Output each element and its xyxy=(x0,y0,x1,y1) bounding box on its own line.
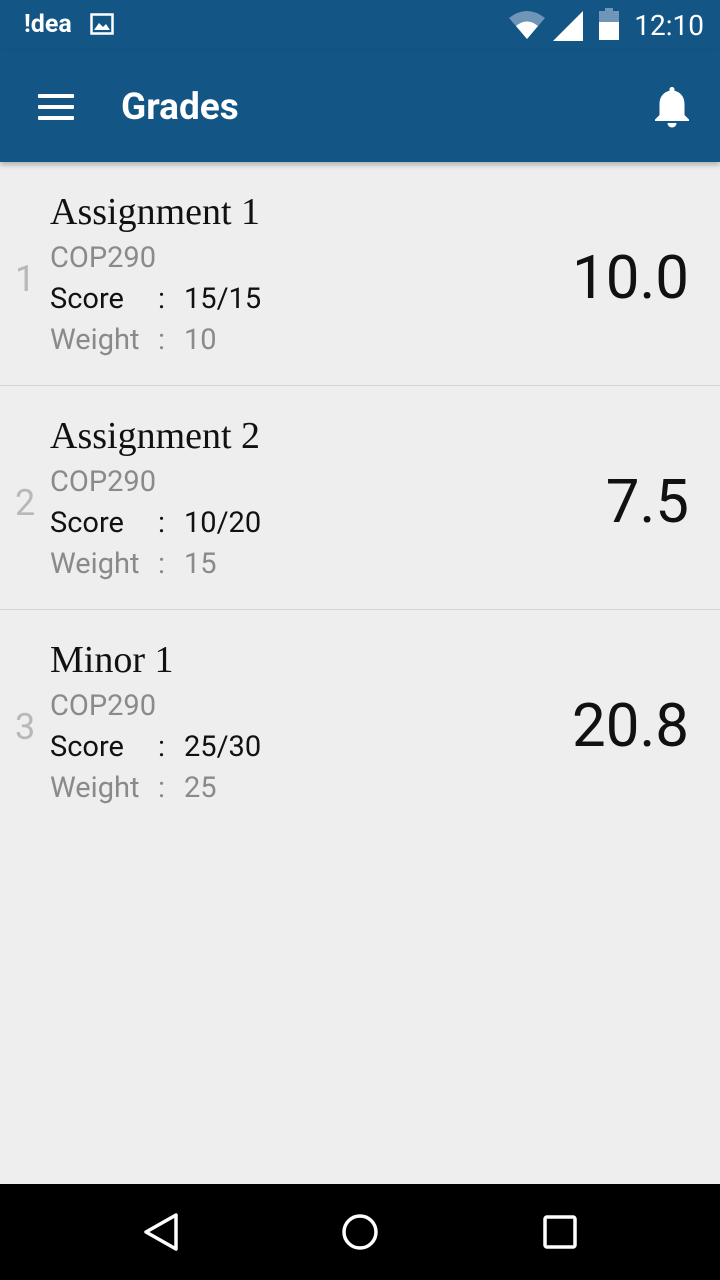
menu-icon[interactable] xyxy=(38,94,74,120)
course-code: COP290 xyxy=(50,241,157,275)
separator: : xyxy=(158,506,166,540)
app-bar: Grades xyxy=(0,50,720,162)
score-row: Score:10/20 xyxy=(50,506,261,540)
weight-label: Weight xyxy=(50,323,140,357)
score-row: Score:15/15 xyxy=(50,282,261,316)
item-index: 3 xyxy=(15,706,36,748)
weighted-grade: 20.8 xyxy=(572,690,689,761)
score-value: 25/30 xyxy=(184,730,262,764)
separator: : xyxy=(158,323,166,357)
image-icon xyxy=(90,13,114,35)
clock: 12:10 xyxy=(634,9,704,42)
back-icon[interactable] xyxy=(142,1212,180,1252)
recent-apps-icon[interactable] xyxy=(542,1214,578,1250)
score-value: 15/15 xyxy=(184,282,262,316)
navigation-bar xyxy=(0,1184,720,1280)
score-label: Score xyxy=(50,506,124,540)
signal-icon xyxy=(553,11,583,41)
assignment-name: Minor 1 xyxy=(50,639,174,681)
assignment-name: Assignment 1 xyxy=(50,191,261,233)
score-label: Score xyxy=(50,282,124,316)
separator: : xyxy=(158,547,166,581)
weight-label: Weight xyxy=(50,771,140,805)
weight-row: Weight:15 xyxy=(50,547,217,581)
weighted-grade: 7.5 xyxy=(605,466,689,537)
separator: : xyxy=(158,282,166,316)
weight-row: Weight:10 xyxy=(50,323,217,357)
wifi-icon xyxy=(509,11,545,39)
weight-value: 15 xyxy=(184,547,217,581)
weight-row: Weight:25 xyxy=(50,771,217,805)
score-row: Score:25/30 xyxy=(50,730,261,764)
weight-label: Weight xyxy=(50,547,140,581)
separator: : xyxy=(158,771,166,805)
grades-list: 1 Assignment 1 COP290 Score:15/15 Weight… xyxy=(0,162,720,834)
bell-icon[interactable] xyxy=(652,84,692,128)
score-label: Score xyxy=(50,730,124,764)
grade-item[interactable]: 3 Minor 1 COP290 Score:25/30 Weight:25 2… xyxy=(0,610,720,834)
separator: : xyxy=(158,730,166,764)
battery-icon xyxy=(599,8,619,40)
course-code: COP290 xyxy=(50,465,157,499)
grade-item[interactable]: 2 Assignment 2 COP290 Score:10/20 Weight… xyxy=(0,386,720,610)
item-index: 2 xyxy=(15,482,36,524)
status-bar: !dea 12:10 xyxy=(0,0,720,50)
weighted-grade: 10.0 xyxy=(572,242,689,313)
weight-value: 10 xyxy=(184,323,217,357)
grade-item[interactable]: 1 Assignment 1 COP290 Score:15/15 Weight… xyxy=(0,162,720,386)
assignment-name: Assignment 2 xyxy=(50,415,261,457)
item-index: 1 xyxy=(15,258,36,300)
home-icon[interactable] xyxy=(340,1212,380,1252)
page-title: Grades xyxy=(121,86,239,129)
weight-value: 25 xyxy=(184,771,217,805)
course-code: COP290 xyxy=(50,689,157,723)
score-value: 10/20 xyxy=(184,506,262,540)
carrier-name: !dea xyxy=(24,10,72,39)
